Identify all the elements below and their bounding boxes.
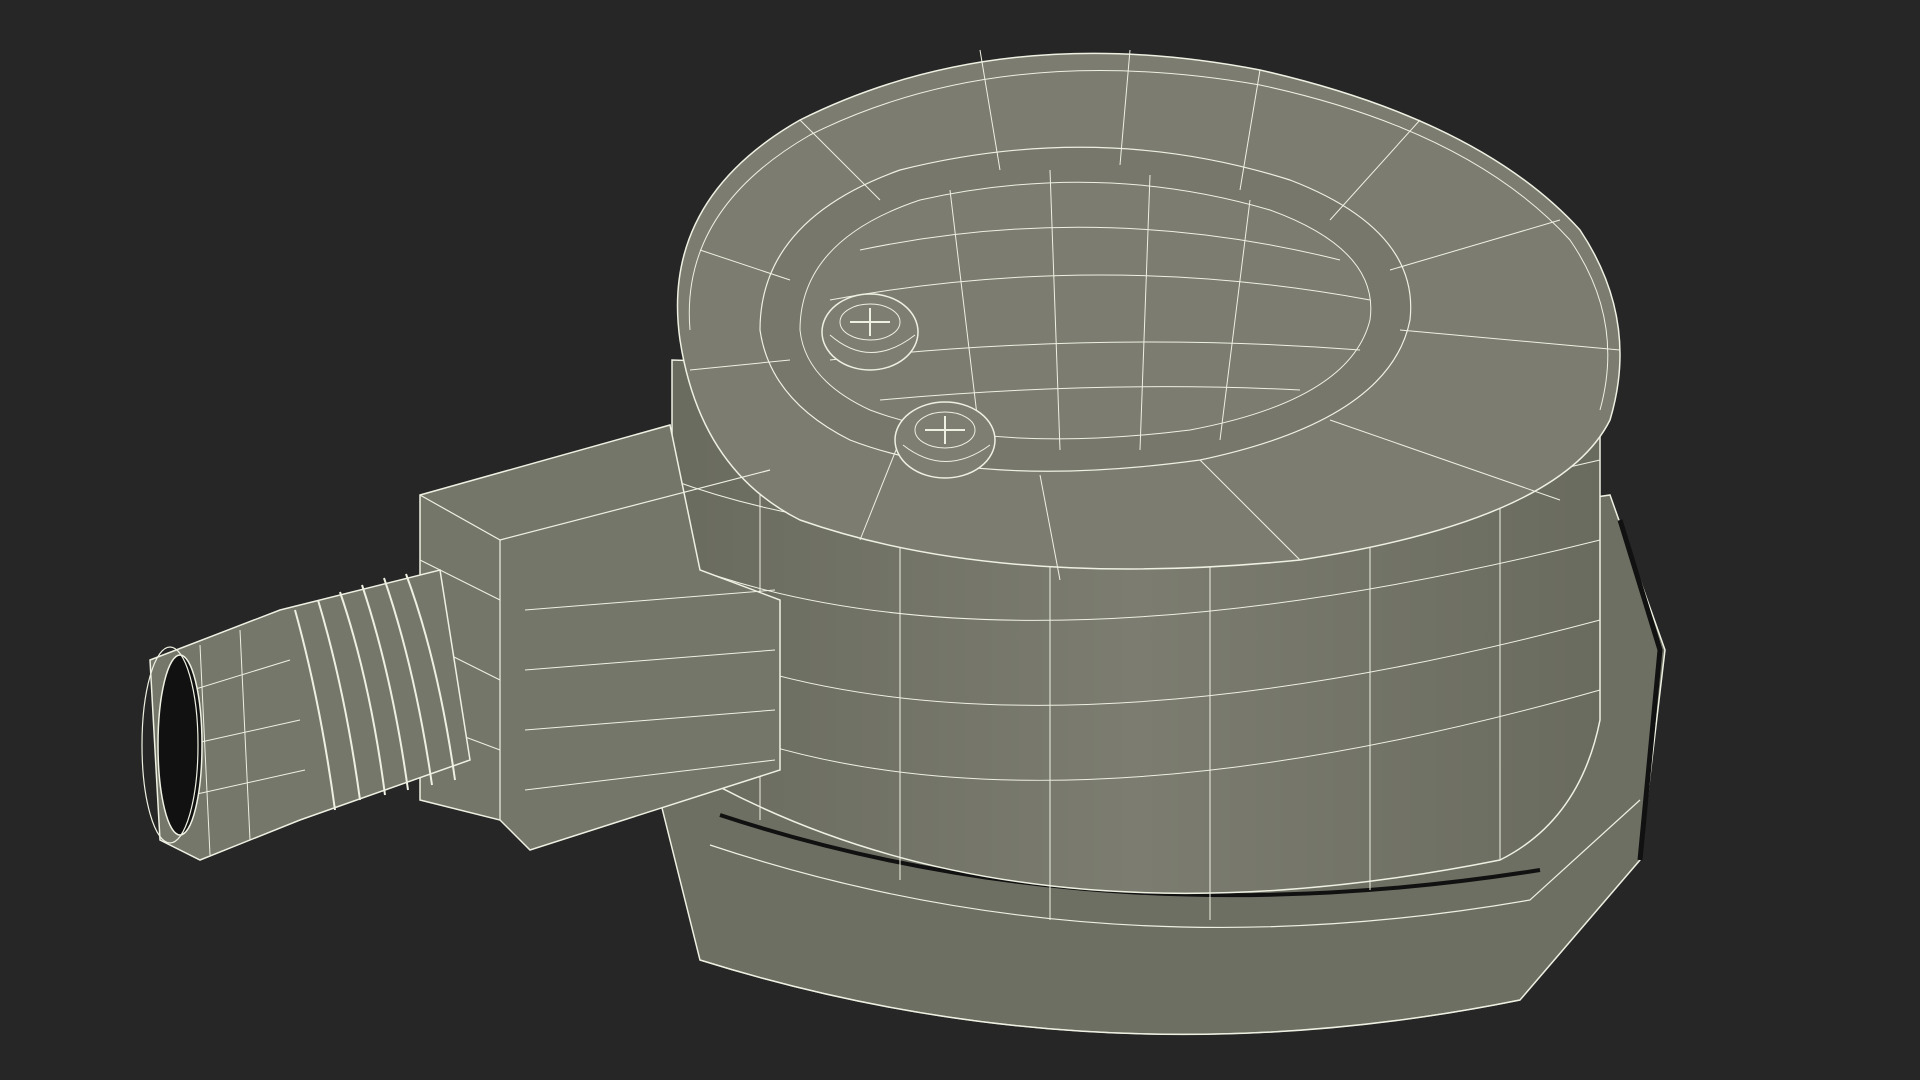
gauge-wireframe-render xyxy=(141,49,1666,1036)
gauge-top-face xyxy=(676,49,1621,581)
screw-upper xyxy=(821,293,919,371)
fitting-bore-hole xyxy=(157,654,203,836)
threaded-fitting xyxy=(141,569,471,861)
screw-lower xyxy=(894,401,996,479)
render-viewport xyxy=(0,0,1920,1080)
